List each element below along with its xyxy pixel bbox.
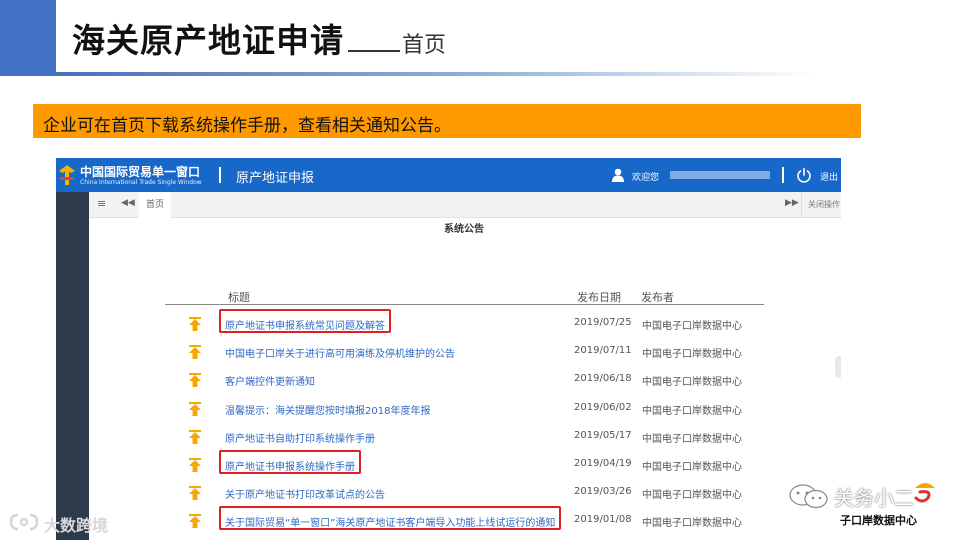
- watermark-left: 大数跨境: [8, 511, 138, 535]
- notice-date: 2019/06/02: [574, 401, 632, 413]
- tab-home[interactable]: 首页: [139, 192, 171, 218]
- column-header-publisher: 发布者: [641, 291, 674, 304]
- menu-toggle-icon[interactable]: ≡: [97, 197, 106, 210]
- watermark-right-sub: 子口岸数据中心: [840, 514, 917, 527]
- logout-link[interactable]: 退出: [820, 170, 838, 183]
- notice-row: 关于国际贸易“单一窗口”海关原产地证书客户端导入功能上线试运行的通知 2019/0…: [56, 506, 841, 535]
- notice-row: 客户端控件更新通知 2019/06/18 中国电子口岸数据中心: [56, 366, 841, 394]
- notice-date: 2019/05/17: [574, 429, 632, 441]
- notice-publisher: 中国电子口岸数据中心: [642, 490, 742, 502]
- pin-top-icon: [189, 486, 201, 501]
- notice-date: 2019/03/26: [574, 486, 632, 498]
- notice-date: 2019/06/18: [574, 373, 632, 385]
- notice-date: 2019/07/25: [574, 317, 632, 328]
- watermark-right: 关务小二 子口岸数据中心: [784, 478, 954, 534]
- masked-username: [670, 171, 770, 179]
- pin-top-icon: [189, 345, 201, 360]
- notice-date: 2019/04/19: [574, 458, 632, 469]
- user-icon[interactable]: [612, 168, 624, 182]
- notice-publisher: 中国电子口岸数据中心: [642, 462, 742, 473]
- column-header-title: 标题: [228, 291, 250, 304]
- watermark-right-name: 关务小二: [834, 486, 914, 510]
- watermark-left-text: 大数跨境: [44, 516, 109, 535]
- notice-title-link[interactable]: 中国电子口岸关于进行高可用演练及停机维护的公告: [225, 345, 455, 360]
- highlight-box: [219, 506, 562, 531]
- tab-bar: ≡ ◀◀ 首页 ▶▶ 关闭操作: [89, 192, 841, 218]
- tab-bar-divider: [801, 192, 802, 218]
- app-top-bar: 中国国际贸易单一窗口 China International Trade Sin…: [56, 158, 841, 192]
- notice-publisher: 中国电子口岸数据中心: [642, 518, 742, 530]
- pin-top-icon: [189, 401, 201, 416]
- notice-date: 2019/07/11: [574, 345, 632, 357]
- header-divider: [165, 304, 764, 305]
- top-bar-divider: [219, 167, 221, 183]
- pin-top-icon: [189, 458, 201, 472]
- welcome-text: 欢迎您: [632, 173, 660, 183]
- pin-top-icon: [189, 317, 201, 331]
- logo-en-text: China International Trade Single Window: [80, 179, 202, 186]
- single-window-logo-icon: [59, 165, 75, 185]
- brand-mascot-icon: [914, 483, 935, 503]
- highlight-box: [219, 309, 391, 333]
- watermark-logo-icon: [9, 513, 39, 531]
- notice-row: 中国电子口岸关于进行高可用演练及停机维护的公告 2019/07/11 中国电子口岸数…: [56, 338, 841, 366]
- instruction-banner: 企业可在首页下载系统操作手册，查看相关通知公告。: [33, 104, 861, 138]
- notice-row: 原产地证书自助打印系统操作手册 2019/05/17 中国电子口岸数据中心: [56, 423, 841, 451]
- pin-top-icon: [189, 429, 201, 444]
- slide-title-sub: 首页: [402, 33, 447, 58]
- notice-publisher: 中国电子口岸数据中心: [642, 433, 742, 445]
- pin-top-icon: [189, 514, 201, 529]
- header-underline: [56, 72, 816, 76]
- tab-scroll-right-icon[interactable]: ▶▶: [785, 198, 799, 208]
- power-icon[interactable]: [796, 167, 812, 183]
- notice-publisher: 中国电子口岸数据中心: [642, 349, 742, 361]
- app-screenshot: 中国国际贸易单一窗口 China International Trade Sin…: [56, 158, 841, 540]
- close-ops-button[interactable]: 关闭操作: [808, 199, 840, 210]
- notice-publisher: 中国电子口岸数据中心: [642, 405, 742, 417]
- notice-date: 2019/01/08: [574, 514, 632, 526]
- notice-publisher: 中国电子口岸数据中心: [642, 321, 742, 332]
- notice-title-link[interactable]: 客户端控件更新通知: [225, 373, 315, 388]
- slide-title-main: 海关原产地证申请: [72, 21, 344, 60]
- notice-title-link[interactable]: 关于原产地证书打印改革试点的公告: [225, 486, 385, 501]
- notice-publisher: 中国电子口岸数据中心: [642, 377, 742, 389]
- pin-top-icon: [189, 373, 201, 388]
- app-name: 原产地证申报: [236, 171, 315, 186]
- logo-cn-text: 中国国际贸易单一窗口: [80, 165, 201, 179]
- notice-title-link[interactable]: 温馨提示：海关提醒您按时填报2018年度年报: [225, 402, 430, 417]
- highlight-box: [219, 450, 361, 474]
- slide-title: 海关原产地证申请 首页: [72, 14, 446, 62]
- slide-accent-bar: [0, 0, 56, 76]
- column-header-date: 发布日期: [577, 291, 621, 304]
- notice-row: 原产地证书申报系统操作手册 2019/04/19 中国电子口岸数据中心: [56, 450, 841, 479]
- instruction-banner-text: 企业可在首页下载系统操作手册，查看相关通知公告。: [43, 116, 451, 136]
- wechat-icon: [789, 484, 828, 509]
- notice-title: 系统公告: [444, 224, 484, 235]
- tab-scroll-left-icon[interactable]: ◀◀: [121, 198, 135, 208]
- notice-row: 关于原产地证书打印改革试点的公告 2019/03/26 中国电子口岸数据中心: [56, 479, 841, 507]
- top-bar-divider-right: [782, 167, 784, 183]
- notice-title-link[interactable]: 原产地证书自助打印系统操作手册: [225, 430, 375, 445]
- notice-row: 温馨提示：海关提醒您按时填报2018年度年报 2019/06/02 中国电子口岸数据…: [56, 395, 841, 423]
- slide-title-dash: [348, 50, 400, 52]
- notice-row: 原产地证书申报系统常见问题及解答 2019/07/25 中国电子口岸数据中心: [56, 309, 841, 338]
